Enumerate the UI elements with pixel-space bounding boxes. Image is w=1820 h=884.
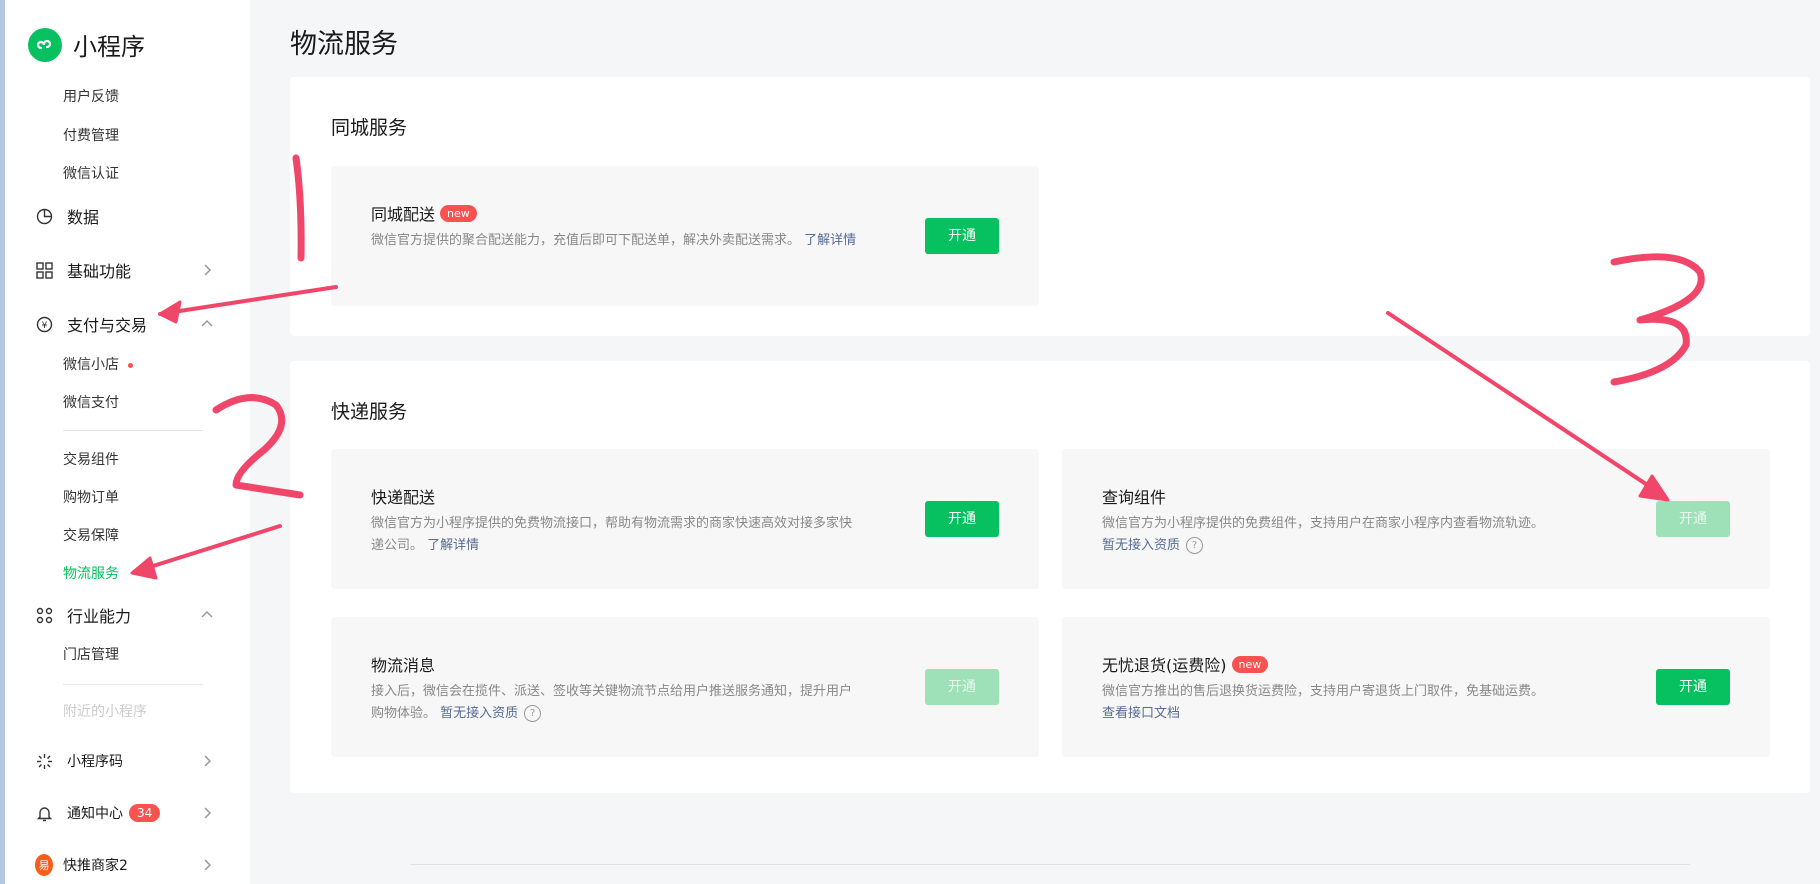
card-title-text: 无忧退货(运费险) [1102,656,1227,675]
svg-text:¥: ¥ [41,321,47,331]
bell-icon [35,804,53,822]
chevron-up-icon [201,610,213,618]
service-card-city-delivery: 同城配送 new 微信官方提供的聚合配送能力，充值后即可下配送单，解决外卖配送需… [331,166,1039,306]
chevron-right-icon [204,807,212,819]
chevron-up-icon [201,319,213,327]
page-title: 物流服务 [290,29,398,60]
industry-nodes-icon [35,606,53,624]
card-description: 微信官方提供的聚合配送能力，充值后即可下配送单，解决外卖配送需求。 了解详情 [371,230,861,252]
card-title: 同城配送 new [371,201,477,225]
new-tag: new [440,204,477,222]
no-qualification-link[interactable]: 暂无接入资质 [1102,538,1180,553]
sidebar-item-label: 小程序码 [67,754,123,770]
merchant-avatar-wrap: 易 [35,854,53,876]
sun-code-icon [35,752,53,770]
sidebar-item-store[interactable]: 门店管理 [63,645,119,665]
api-docs-link[interactable]: 查看接口文档 [1102,706,1180,721]
pie-chart-icon [35,207,53,225]
activate-button-disabled[interactable]: 开通 [925,669,999,705]
chevron-right-icon [204,755,212,767]
sidebar-item-nearby[interactable]: 附近的小程序 [63,702,147,722]
miniprogram-logo-icon [28,27,62,62]
footer-divider [410,864,1690,865]
no-qualification-link[interactable]: 暂无接入资质 [440,706,518,721]
card-description: 接入后，微信会在揽件、派送、签收等关键物流节点给用户推送服务通知，提升用户购物体… [371,681,861,725]
sidebar-item-qrcode[interactable]: 小程序码 [35,747,215,775]
sidebar-item-label: 数据 [67,208,100,227]
sidebar-item-wechat-shop[interactable]: 微信小店 [63,355,133,375]
activate-button[interactable]: 开通 [925,218,999,254]
sidebar-item-guarantee[interactable]: 交易保障 [63,526,119,546]
brand-name: 小程序 [73,33,145,61]
card-title: 物流消息 [371,656,436,675]
yuan-coin-icon: ¥ [35,315,53,333]
card-description: 微信官方为小程序提供的免费组件，支持用户在商家小程序内查看物流轨迹。 暂无接入资… [1102,513,1592,557]
sidebar-item-wechat-pay[interactable]: 微信支付 [63,393,119,413]
chevron-right-icon [204,859,212,871]
card-desc-text: 微信官方为小程序提供的免费组件，支持用户在商家小程序内查看物流轨迹。 [1102,516,1545,531]
section-title: 同城服务 [331,117,408,139]
new-tag: new [1231,655,1269,673]
sidebar-item-label: 微信小店 [63,357,119,373]
brand-logo[interactable]: 小程序 [28,27,145,62]
card-desc-text: 微信官方推出的售后退换货运费险，支持用户寄退货上门取件，免基础运费。 [1102,684,1545,699]
learn-more-link[interactable]: 了解详情 [427,538,479,553]
city-service-panel: 同城服务 同城配送 new 微信官方提供的聚合配送能力，充值后即可下配送单，解决… [290,77,1810,336]
sidebar-item-industry[interactable]: 行业能力 [35,601,215,629]
activate-button[interactable]: 开通 [925,501,999,537]
new-dot [128,362,133,368]
card-desc-text: 微信官方提供的聚合配送能力，充值后即可下配送单，解决外卖配送需求。 [371,233,801,248]
card-description: 微信官方推出的售后退换货运费险，支持用户寄退货上门取件，免基础运费。 查看接口文… [1102,681,1592,725]
sidebar-item-basic[interactable]: 基础功能 [35,256,215,284]
service-card-tracking-component: 查询组件 微信官方为小程序提供的免费组件，支持用户在商家小程序内查看物流轨迹。 … [1062,449,1770,589]
chevron-right-icon [204,264,212,276]
sidebar-item-label: 行业能力 [67,607,132,626]
sidebar-item-certification[interactable]: 微信认证 [63,164,119,184]
sidebar-item-feedback[interactable]: 用户反馈 [63,87,119,107]
express-service-panel: 快递服务 快递配送 微信官方为小程序提供的免费物流接口，帮助有物流需求的商家快速… [290,361,1810,793]
section-title: 快递服务 [331,401,408,423]
card-title: 快递配送 [371,488,436,507]
activate-button[interactable]: 开通 [1656,669,1730,705]
sidebar-item-trade-component[interactable]: 交易组件 [63,450,119,470]
help-question-icon[interactable]: ? [524,705,542,722]
sidebar: 小程序 用户反馈 付费管理 微信认证 数据 基础功能 ¥ 支付与交易 微信小店 … [5,0,250,884]
notification-count-badge: 34 [129,804,161,822]
sidebar-item-logistics[interactable]: 物流服务 [63,564,119,584]
sidebar-item-label: 支付与交易 [67,316,148,335]
sidebar-item-data[interactable]: 数据 [35,202,215,230]
service-card-return-insurance: 无忧退货(运费险) new 微信官方推出的售后退换货运费险，支持用户寄退货上门取… [1062,617,1770,757]
help-question-icon[interactable]: ? [1186,537,1204,554]
sidebar-item-label: 通知中心 [67,806,123,822]
card-title-text: 同城配送 [371,205,436,224]
card-title: 无忧退货(运费险) new [1102,652,1269,676]
sidebar-divider [63,684,203,685]
sidebar-item-merchant[interactable]: 易 快推商家2 [35,851,215,879]
sidebar-item-label: 基础功能 [67,262,132,281]
service-card-logistics-message: 物流消息 接入后，微信会在揽件、派送、签收等关键物流节点给用户推送服务通知，提升… [331,617,1039,757]
learn-more-link[interactable]: 了解详情 [804,233,856,248]
sidebar-item-notifications[interactable]: 通知中心 34 [35,799,215,827]
sidebar-item-paid[interactable]: 付费管理 [63,126,119,146]
card-title: 查询组件 [1102,488,1167,507]
sidebar-item-payment[interactable]: ¥ 支付与交易 [35,310,215,338]
sidebar-item-orders[interactable]: 购物订单 [63,488,119,508]
grid-icon [35,261,53,279]
sidebar-item-label: 快推商家2 [63,858,128,874]
service-card-express-delivery: 快递配送 微信官方为小程序提供的免费物流接口，帮助有物流需求的商家快速高效对接多… [331,449,1039,589]
avatar: 易 [35,854,53,876]
sidebar-divider [63,430,203,431]
activate-button-disabled[interactable]: 开通 [1656,501,1730,537]
card-description: 微信官方为小程序提供的免费物流接口，帮助有物流需求的商家快速高效对接多家快递公司… [371,513,861,557]
